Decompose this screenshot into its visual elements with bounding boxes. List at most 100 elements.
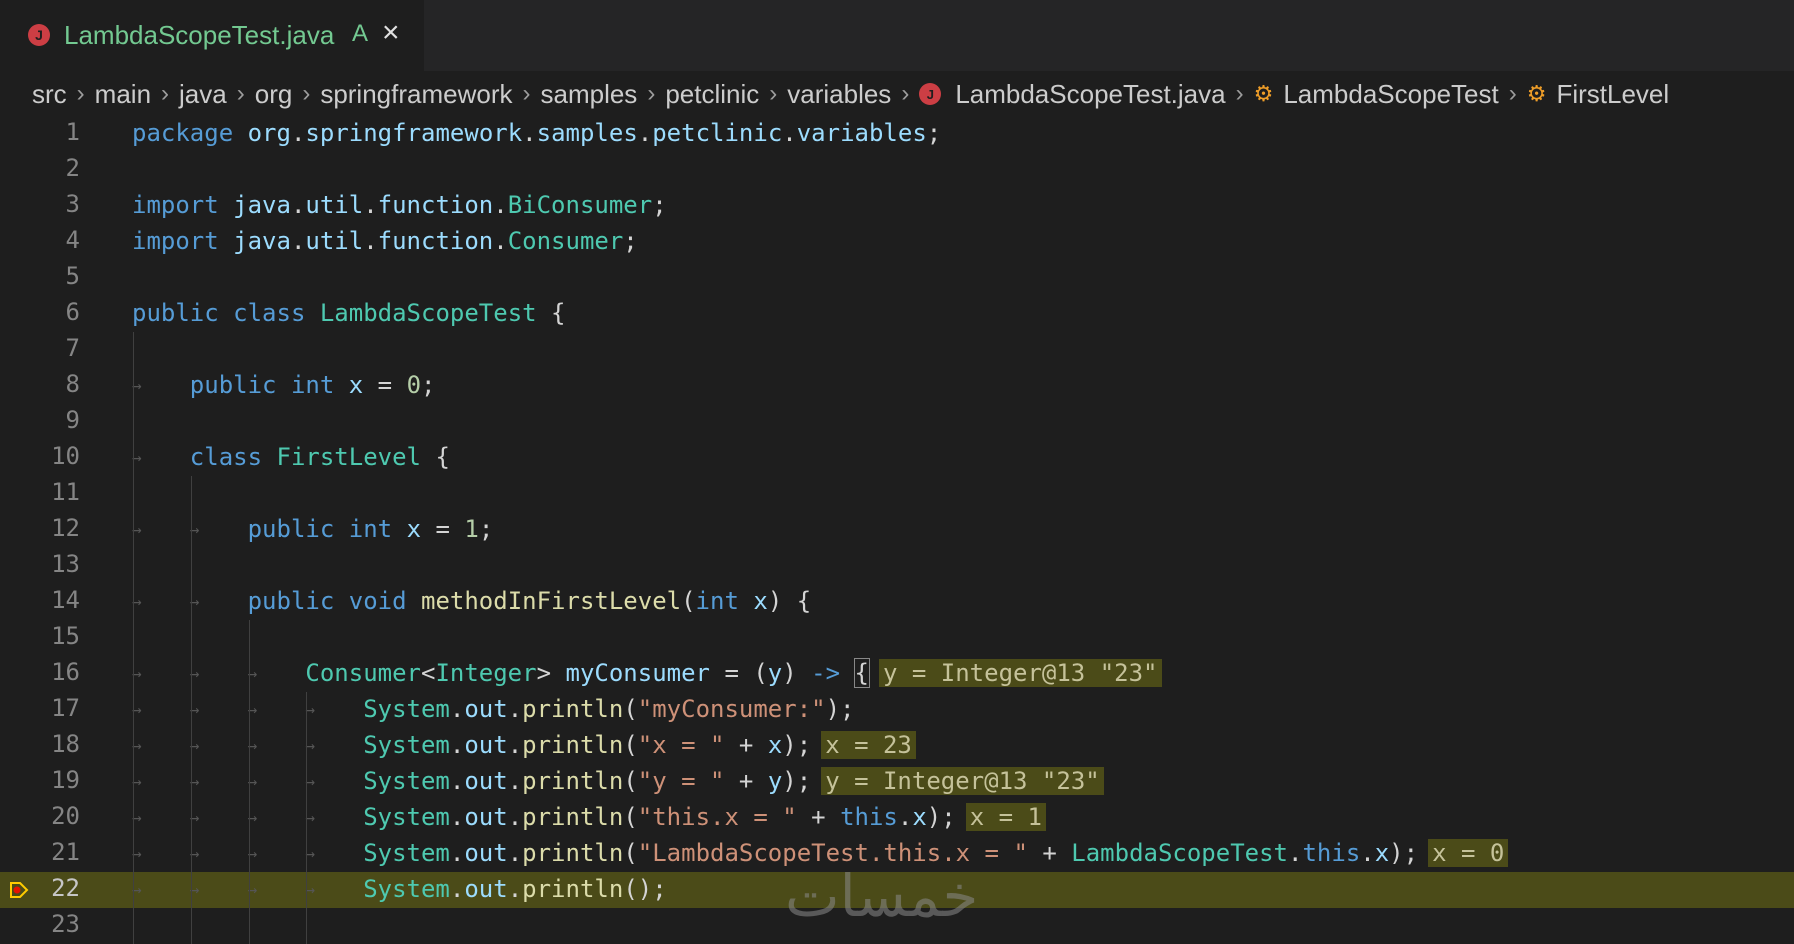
inline-debug-value: x = 23 [821, 731, 916, 759]
code-text: class FirstLevel { [132, 442, 450, 472]
line-number[interactable]: 13 [0, 550, 80, 578]
breadcrumb-item-file[interactable]: J LambdaScopeTest.java [919, 79, 1226, 110]
line-number[interactable]: 3 [0, 190, 80, 218]
indent-guide [133, 332, 134, 944]
code-token: ; [623, 227, 638, 255]
chevron-right-icon: › [1235, 80, 1244, 107]
code-line[interactable]: 3 import java.util.function.BiConsumer; [0, 188, 1794, 224]
code-line[interactable]: 10 class FirstLevel {→ [0, 440, 1794, 476]
code-line[interactable]: 5 [0, 260, 1794, 296]
line-number[interactable]: 20 [0, 802, 80, 830]
chevron-right-icon: › [647, 80, 656, 107]
code-editor[interactable]: 1 package org.springframework.samples.pet… [0, 116, 1794, 944]
code-token: { [853, 658, 871, 688]
breadcrumb-item-samples[interactable]: samples [540, 79, 637, 110]
code-line[interactable]: 18 System.out.println("x = " + x); x = 23… [0, 728, 1794, 764]
code-text: public int x = 0; [132, 370, 436, 400]
line-number[interactable]: 16 [0, 658, 80, 686]
editor-tab[interactable]: J LambdaScopeTest.java A × [0, 0, 424, 71]
code-token: (); [623, 875, 667, 903]
code-token: petclinic [652, 119, 783, 147]
code-token: . [290, 227, 306, 255]
code-token: out [464, 695, 508, 723]
code-token: int [695, 587, 739, 615]
code-line[interactable]: 7 [0, 332, 1794, 368]
code-line[interactable]: 1 package org.springframework.samples.pet… [0, 116, 1794, 152]
line-number[interactable]: 6 [0, 298, 80, 326]
inline-debug-value: x = 0 [1428, 839, 1509, 867]
line-number[interactable]: 5 [0, 262, 80, 290]
code-token: out [464, 731, 508, 759]
code-token: x [1374, 839, 1390, 867]
line-number[interactable]: 19 [0, 766, 80, 794]
breadcrumb-item-inner-class[interactable]: ⚙ FirstLevel [1527, 79, 1669, 110]
code-token: this [840, 803, 898, 831]
code-line[interactable]: 8 public int x = 0; → [0, 368, 1794, 404]
code-token: ; [926, 119, 942, 147]
code-line[interactable]: 11 [0, 476, 1794, 512]
chevron-right-icon: › [1508, 80, 1517, 107]
breadcrumb-item-class[interactable]: ⚙ LambdaScopeTest [1254, 79, 1499, 110]
breadcrumb-item-java[interactable]: java [179, 79, 227, 110]
code-token: java [233, 191, 291, 219]
breadcrumb-item-src[interactable]: src [32, 79, 67, 110]
code-line[interactable]: 6 public class LambdaScopeTest { [0, 296, 1794, 332]
code-line[interactable]: 9 [0, 404, 1794, 440]
line-number[interactable]: 11 [0, 478, 80, 506]
line-number[interactable]: 8 [0, 370, 80, 398]
line-number[interactable]: 18 [0, 730, 80, 758]
code-text: package org.springframework.samples.petc… [132, 118, 941, 148]
code-token: System [363, 875, 450, 903]
code-line[interactable]: 13 [0, 548, 1794, 584]
breadcrumb-item-org[interactable]: org [255, 79, 293, 110]
line-number[interactable]: 12 [0, 514, 80, 542]
line-number[interactable]: 14 [0, 586, 80, 614]
debug-stackframe-icon[interactable] [8, 879, 30, 901]
code-token: 0 [406, 371, 422, 399]
line-number[interactable]: 15 [0, 622, 80, 650]
code-line[interactable]: 17 System.out.println("myConsumer:"); → → →… [0, 692, 1794, 728]
code-line[interactable]: 2 [0, 152, 1794, 188]
tab-title: LambdaScopeTest.java [64, 20, 335, 50]
code-token: System [363, 767, 450, 795]
code-token: . [507, 803, 523, 831]
code-token: ( [681, 587, 696, 615]
line-number[interactable]: 23 [0, 910, 80, 938]
line-number[interactable]: 17 [0, 694, 80, 722]
code-token: x [753, 587, 768, 615]
code-line[interactable]: 4 import java.util.function.Consumer; [0, 224, 1794, 260]
code-line[interactable]: 16 Consumer<Integer> myConsumer = (y) ->… [0, 656, 1794, 692]
code-token: myConsumer [565, 659, 711, 687]
code-token: ); [825, 695, 855, 723]
breadcrumb-item-main[interactable]: main [95, 79, 151, 110]
code-token: println [522, 695, 624, 723]
line-number[interactable]: 2 [0, 154, 80, 182]
code-token: org [247, 119, 291, 147]
code-token: ); [1389, 839, 1419, 867]
code-token: . [290, 119, 306, 147]
code-token: ; [652, 191, 667, 219]
code-line[interactable]: 14 public void methodInFirstLevel(int x)… [0, 584, 1794, 620]
line-number[interactable]: 21 [0, 838, 80, 866]
code-line[interactable]: 12 public int x = 1; → → [0, 512, 1794, 548]
line-number[interactable]: 4 [0, 226, 80, 254]
code-line[interactable]: 15 [0, 620, 1794, 656]
code-text: Consumer<Integer> myConsumer = (y) -> {y… [132, 658, 1162, 688]
code-line[interactable]: 20 System.out.println("this.x = " + this… [0, 800, 1794, 836]
code-token: class [233, 299, 306, 327]
breadcrumb-item-variables[interactable]: variables [787, 79, 891, 110]
code-token: ); [926, 803, 956, 831]
code-line[interactable]: 19 System.out.println("y = " + y); y = In… [0, 764, 1794, 800]
code-token: . [449, 767, 465, 795]
line-number[interactable]: 10 [0, 442, 80, 470]
breadcrumb-item-petclinic[interactable]: petclinic [665, 79, 759, 110]
close-icon[interactable]: × [382, 16, 400, 50]
line-number[interactable]: 1 [0, 118, 80, 146]
line-number[interactable]: 9 [0, 406, 80, 434]
breadcrumb-item-springframework[interactable]: springframework [320, 79, 512, 110]
line-number[interactable]: 7 [0, 334, 80, 362]
code-token: . [449, 731, 465, 759]
